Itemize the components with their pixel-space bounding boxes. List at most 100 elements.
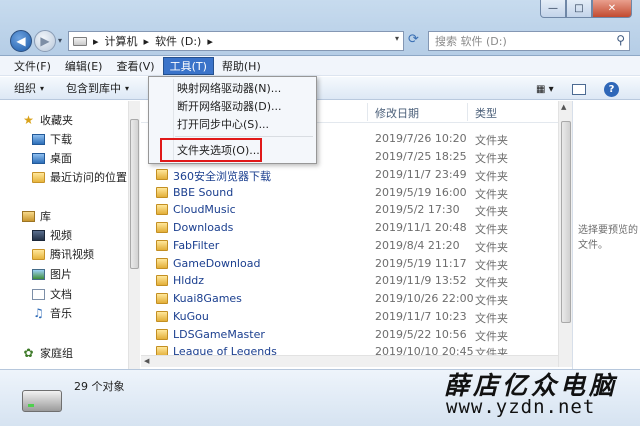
nav-label: 家庭组 (40, 347, 73, 360)
folder-icon (156, 329, 168, 340)
nav-item-music[interactable]: ♫ 音乐 (32, 304, 72, 322)
scroll-up-icon[interactable]: ▲ (561, 103, 566, 111)
nav-label: 腾讯视频 (50, 248, 94, 261)
file-list-scrollbar[interactable]: ▲ (558, 101, 572, 367)
menu-divider (175, 136, 313, 137)
search-input[interactable]: 搜索 软件 (D:) ⚲ (428, 31, 630, 51)
table-row[interactable]: GameDownload 2019/5/19 11:17 文件夹 (141, 255, 558, 273)
column-header-date[interactable]: 修改日期 (375, 105, 419, 121)
nav-label: 视频 (50, 229, 72, 242)
search-icon[interactable]: ⚲ (616, 33, 625, 47)
file-type: 文件夹 (475, 134, 508, 147)
file-type: 文件夹 (475, 330, 508, 343)
navigation-pane: ★ 收藏夹 下载 桌面 最近访问的位置 库 视频 腾讯视频 图片 文档 ♫ 音乐… (0, 101, 128, 369)
breadcrumb-separator[interactable]: ▸ (207, 35, 213, 48)
file-date: 2019/11/9 13:52 (375, 274, 467, 287)
column-divider[interactable] (367, 103, 368, 121)
menu-item-open-sync-center[interactable]: 打开同步中心(S)... (177, 115, 269, 133)
nav-libraries[interactable]: 库 (22, 207, 51, 225)
file-name: KuGou (173, 310, 209, 323)
help-button[interactable]: ? (604, 80, 619, 98)
address-dropdown-icon[interactable]: ▾ (395, 34, 399, 43)
column-header-type[interactable]: 类型 (475, 105, 497, 121)
folder-icon (156, 222, 168, 233)
menu-item-map-network-drive[interactable]: 映射网络驱动器(N)... (177, 79, 281, 97)
chevron-down-icon: ▾ (125, 83, 130, 93)
scroll-thumb[interactable] (130, 119, 139, 269)
nav-favorites[interactable]: ★ 收藏夹 (22, 111, 73, 129)
include-in-library-button[interactable]: 包含到库中 ▾ (66, 80, 129, 96)
nav-label: 音乐 (50, 307, 72, 320)
file-name: Hlddz (173, 274, 205, 287)
table-row[interactable]: FabFilter 2019/8/4 21:20 文件夹 (141, 237, 558, 255)
preview-pane-button[interactable] (572, 80, 586, 98)
refresh-button[interactable]: ⟳ (408, 32, 419, 47)
pictures-library-icon (32, 268, 45, 280)
nav-item-documents[interactable]: 文档 (32, 285, 72, 303)
include-label: 包含到库中 (66, 82, 122, 95)
table-row[interactable]: CloudMusic 2019/5/2 17:30 文件夹 (141, 201, 558, 219)
close-button[interactable]: ✕ (592, 0, 632, 18)
menu-bar: 文件(F) 编辑(E) 查看(V) 工具(T) 帮助(H) (0, 56, 640, 76)
file-date: 2019/5/19 16:00 (375, 186, 467, 199)
file-type: 文件夹 (475, 276, 508, 289)
file-date: 2019/10/26 22:00 (375, 292, 474, 305)
preview-pane-icon (572, 83, 586, 95)
address-bar[interactable]: ▸ 计算机 ▸ 软件 (D:) ▸ ▾ (68, 31, 404, 51)
library-icon (22, 210, 35, 222)
file-type: 文件夹 (475, 188, 508, 201)
folder-icon (156, 169, 168, 180)
nav-item-videos[interactable]: 视频 (32, 226, 72, 244)
nav-item-pictures[interactable]: 图片 (32, 265, 72, 283)
file-name: 360安全浏览器下载 (173, 170, 271, 183)
file-name: CloudMusic (173, 203, 236, 216)
table-row[interactable]: BBE Sound 2019/5/19 16:00 文件夹 (141, 184, 558, 202)
watermark-url: www.yzdn.net (446, 396, 596, 418)
breadcrumb-separator[interactable]: ▸ (144, 35, 150, 48)
table-row[interactable]: Hlddz 2019/11/9 13:52 文件夹 (141, 272, 558, 290)
column-divider[interactable] (467, 103, 468, 121)
menu-file[interactable]: 文件(F) (8, 57, 57, 75)
table-row[interactable]: LDSGameMaster 2019/5/22 10:56 文件夹 (141, 326, 558, 344)
minimize-button[interactable]: — (540, 0, 566, 18)
navigation-scrollbar[interactable] (128, 101, 140, 369)
table-row[interactable]: 360安全浏览器下载 2019/11/7 23:49 文件夹 (141, 166, 558, 184)
window-controls: — □ ✕ (540, 0, 632, 18)
breadcrumb-computer[interactable]: 计算机 (105, 33, 138, 49)
nav-label: 收藏夹 (40, 114, 73, 127)
scroll-thumb[interactable] (561, 121, 571, 323)
maximize-button[interactable]: □ (566, 0, 592, 18)
organize-button[interactable]: 组织 ▾ (14, 80, 44, 96)
preview-message: 选择要预览的文件。 (578, 225, 638, 251)
menu-edit[interactable]: 编辑(E) (59, 57, 109, 75)
file-date: 2019/11/7 23:49 (375, 168, 467, 181)
file-type: 文件夹 (475, 223, 508, 236)
nav-item-recent-places[interactable]: 最近访问的位置 (32, 168, 127, 186)
desktop-icon (32, 152, 45, 164)
table-row[interactable]: Kuai8Games 2019/10/26 22:00 文件夹 (141, 290, 558, 308)
breadcrumb-drive-d[interactable]: 软件 (D:) (155, 33, 201, 49)
menu-view[interactable]: 查看(V) (110, 57, 160, 75)
drive-icon (22, 390, 62, 412)
scroll-left-icon[interactable]: ◀ (144, 357, 149, 365)
file-name: GameDownload (173, 257, 261, 270)
nav-item-desktop[interactable]: 桌面 (32, 149, 72, 167)
nav-item-tencent-video[interactable]: 腾讯视频 (32, 245, 94, 263)
folder-icon (156, 311, 168, 322)
table-row[interactable]: Downloads 2019/11/1 20:48 文件夹 (141, 219, 558, 237)
nav-homegroup[interactable]: ✿ 家庭组 (22, 344, 73, 362)
folder-icon (156, 204, 168, 215)
forward-button[interactable]: ▶ (34, 30, 56, 52)
table-row[interactable]: KuGou 2019/11/7 10:23 文件夹 (141, 308, 558, 326)
recent-pages-dropdown[interactable]: ▾ (58, 36, 62, 45)
change-view-button[interactable]: ▦ ▾ (536, 80, 554, 98)
menu-help[interactable]: 帮助(H) (216, 57, 267, 75)
file-date: 2019/5/19 11:17 (375, 257, 467, 270)
menu-item-disconnect-network-drive[interactable]: 断开网络驱动器(D)... (177, 97, 282, 115)
back-button[interactable]: ◀ (10, 30, 32, 52)
breadcrumb-separator[interactable]: ▸ (93, 35, 99, 48)
menu-tools[interactable]: 工具(T) (162, 56, 214, 75)
favorites-star-icon: ★ (23, 113, 34, 127)
nav-label: 文档 (50, 288, 72, 301)
nav-item-downloads[interactable]: 下载 (32, 130, 72, 148)
